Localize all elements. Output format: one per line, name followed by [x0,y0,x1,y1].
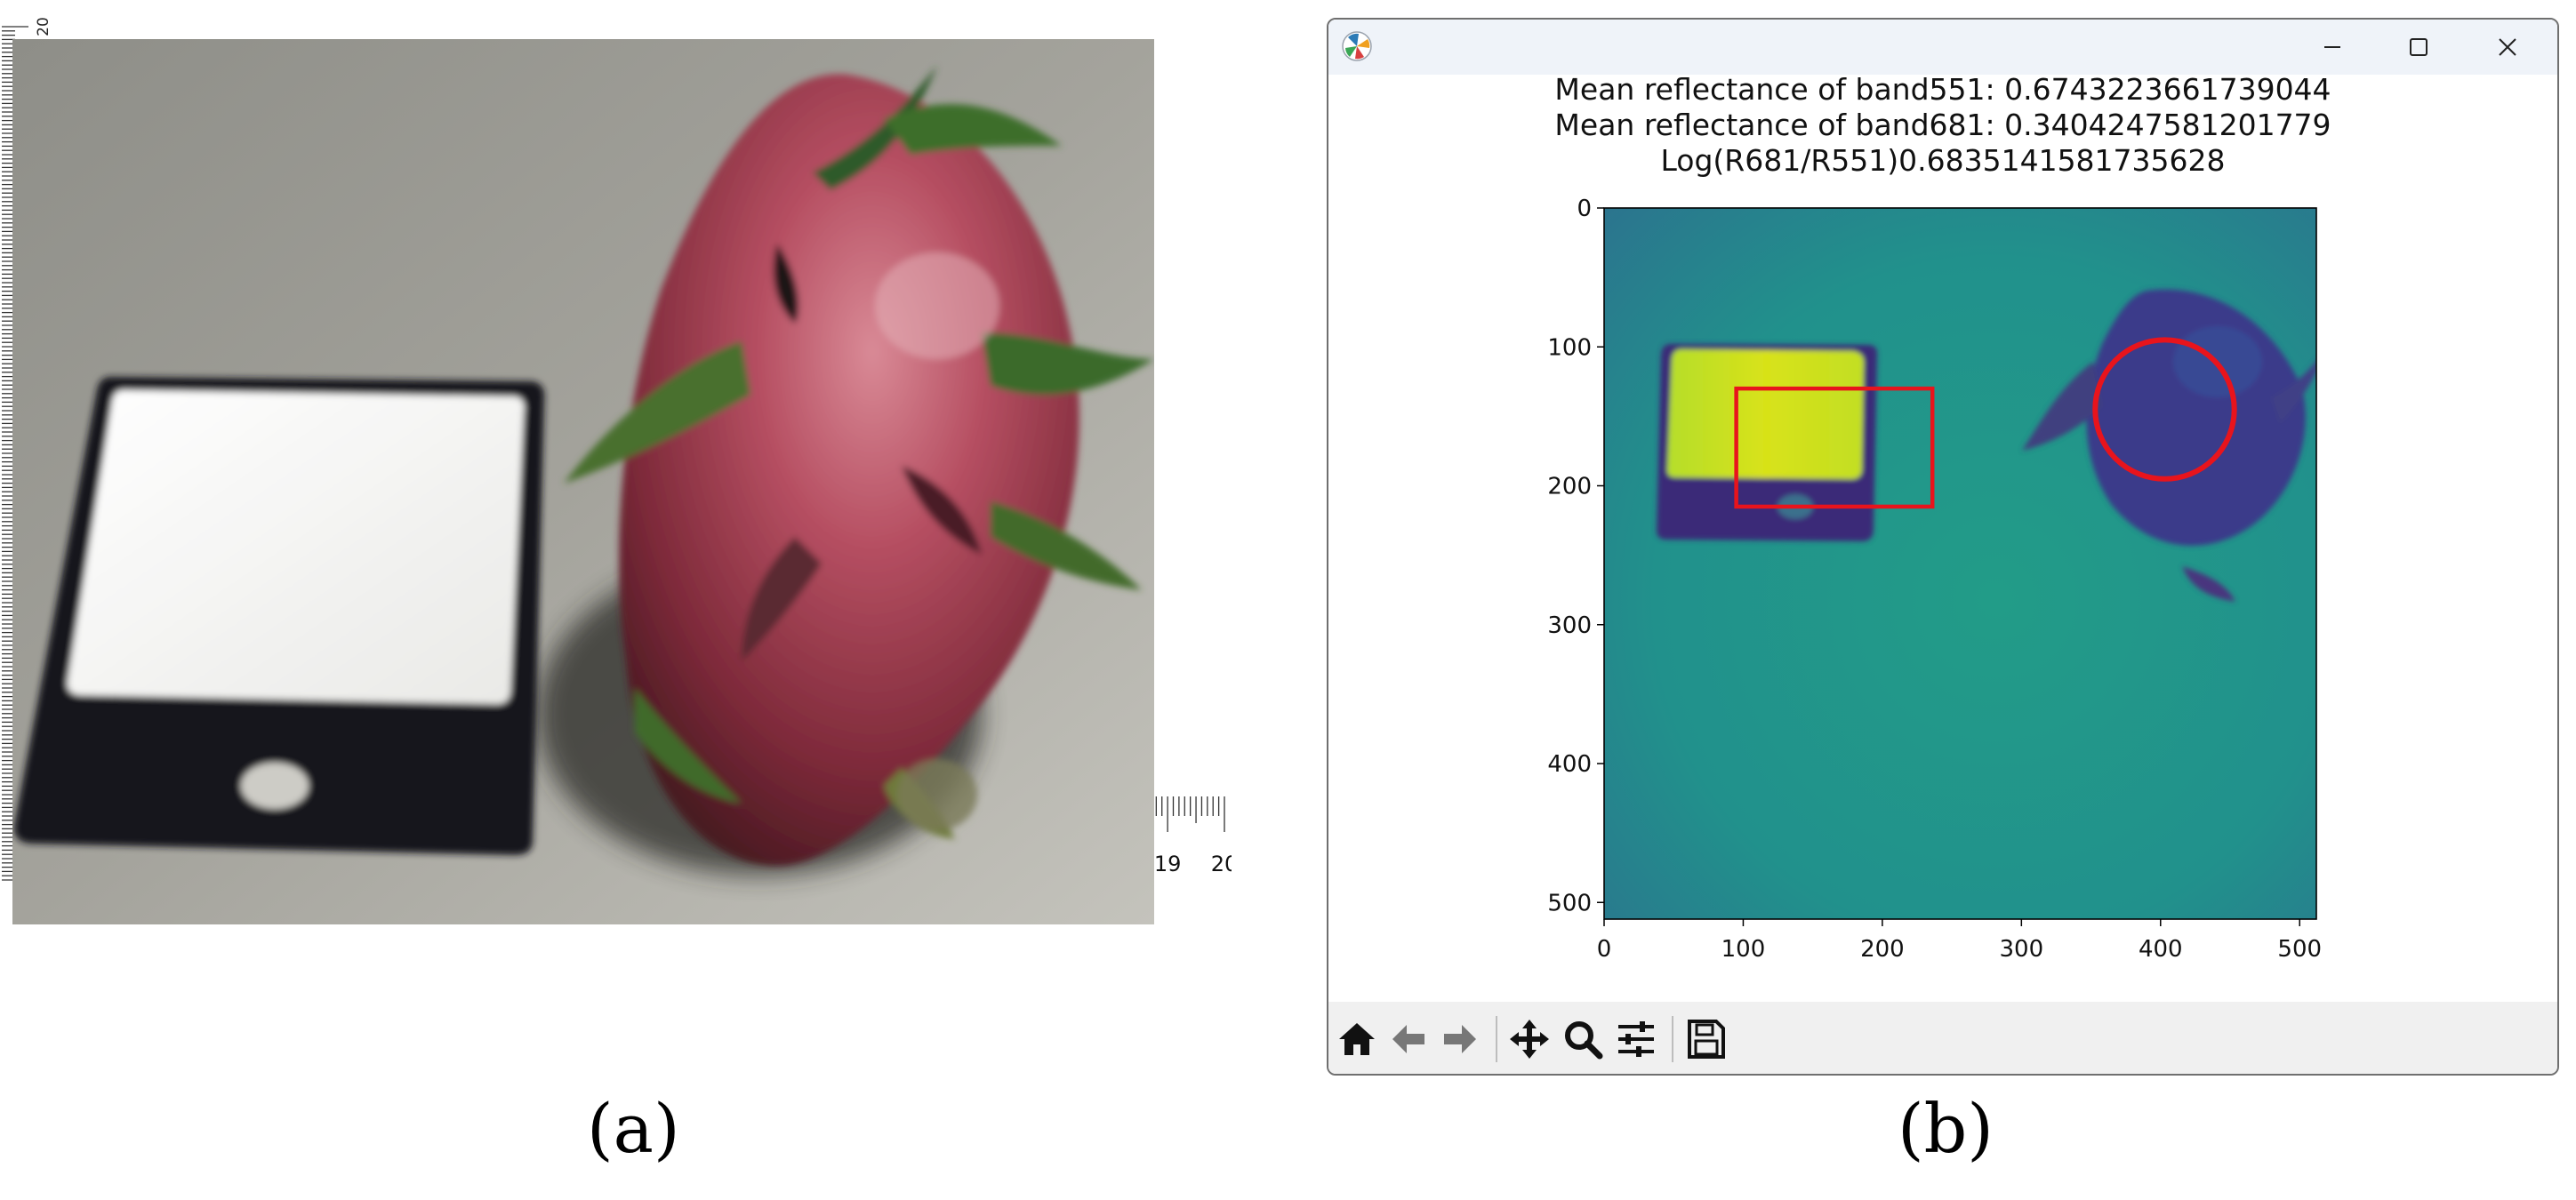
figure-title-line1: Mean reflectance of band551: 0.674322366… [1554,72,2331,107]
toolbar-separator [1672,1016,1673,1062]
close-icon[interactable] [2463,20,2552,75]
back-icon[interactable] [1387,1018,1430,1060]
plot-image [1604,208,2316,919]
y-tick-label: 400 [1547,751,1592,778]
x-tick-label: 100 [1721,936,1766,963]
y-tick-label: 100 [1547,334,1592,361]
configure-subplots-icon[interactable] [1615,1018,1657,1060]
figure-title-line3: Log(R681/R551)0.6835141581735628 [1660,143,2226,178]
y-tick-label: 200 [1547,474,1592,500]
x-tick-label: 0 [1597,936,1612,963]
zoom-icon[interactable] [1561,1018,1604,1060]
y-tick-label: 500 [1547,890,1592,916]
calibration-tile [13,377,545,855]
home-icon[interactable] [1336,1018,1378,1060]
maximize-icon[interactable] [2374,20,2463,75]
save-icon[interactable] [1684,1018,1727,1060]
y-tick-label: 300 [1547,612,1592,639]
caption-a: (a) [587,1089,680,1168]
image-plot[interactable]: 0 100 200 300 400 500 0 100 200 300 400 500 [1328,184,2559,984]
ruler-label: 19 [1154,852,1182,876]
forward-icon[interactable] [1439,1018,1481,1060]
matplotlib-window: Mean reflectance of band551: 0.674322366… [1327,18,2559,1076]
x-tick-label: 300 [2000,936,2044,963]
minimize-icon[interactable] [2289,20,2378,75]
navigation-toolbar [1328,1002,2557,1074]
ruler-label: 20 [1211,852,1232,876]
title-bar[interactable] [1328,20,2557,75]
pan-icon[interactable] [1508,1018,1551,1060]
ruler-label: 20 [35,17,52,36]
toolbar-separator [1496,1016,1497,1062]
x-tick-label: 400 [2139,936,2183,963]
x-tick-label: 500 [2277,936,2322,963]
x-tick-label: 200 [1860,936,1905,963]
dragon-fruit-photo [12,39,1154,924]
figure-title-line2: Mean reflectance of band681: 0.340424758… [1554,108,2331,142]
y-tick-label: 0 [1577,196,1592,222]
caption-b: (b) [1898,1089,1994,1168]
matplotlib-icon [1342,31,1372,61]
